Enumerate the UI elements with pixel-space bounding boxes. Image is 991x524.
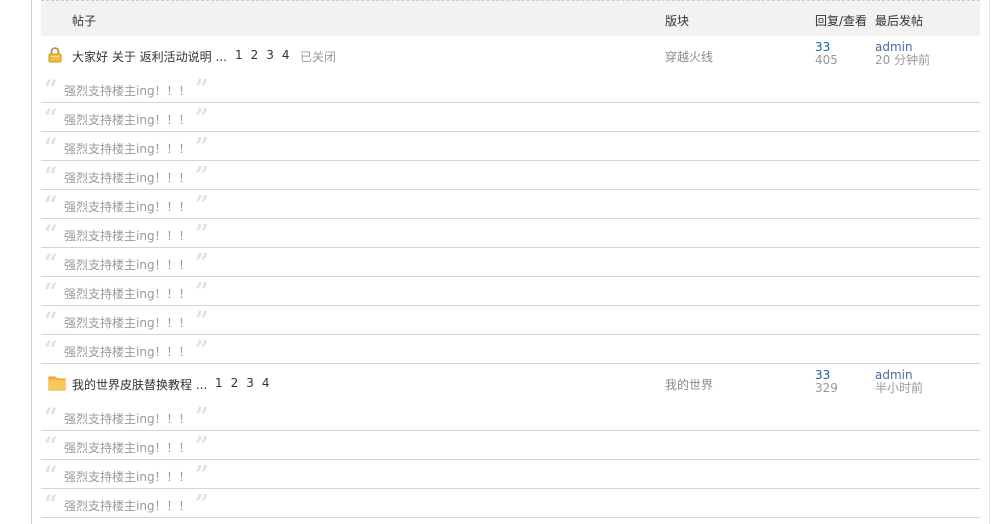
comment-row: “ 强烈支持楼主ing！！！ ” [41, 431, 980, 460]
thread-row: 我的世界皮肤替换教程 ... 1234 我的世界 33 329 admin 半小… [41, 364, 980, 402]
open-quote-icon: “ [44, 460, 58, 489]
comment-row: “ 强烈支持楼主ing！！！ ” [41, 190, 980, 219]
page-link-4[interactable]: 4 [282, 48, 290, 62]
comment-row: “ 强烈支持楼主ing！！！ ” [41, 306, 980, 335]
open-quote-icon: “ [44, 402, 58, 431]
page-link-3[interactable]: 3 [246, 376, 254, 390]
page-link-2[interactable]: 2 [251, 48, 259, 62]
header-post: 帖子 [72, 14, 97, 28]
open-quote-icon: “ [44, 431, 58, 460]
left-border [31, 0, 32, 524]
last-post-time[interactable]: 20 分钟前 [875, 54, 930, 67]
page-links: 1234 [235, 48, 298, 62]
lock-icon [48, 47, 62, 66]
comment-text: 强烈支持楼主ing！！！ [64, 113, 191, 127]
last-post-user-link[interactable]: admin [875, 368, 913, 382]
comment-text: 强烈支持楼主ing！！！ [64, 470, 191, 484]
comment-list: “ 强烈支持楼主ing！！！ ” “ 强烈支持楼主ing！！！ ” “ 强烈支持楼主ing！！… [41, 74, 980, 364]
comment-row: “ 强烈支持楼主ing！！！ ” [41, 74, 980, 103]
comment-text: 强烈支持楼主ing！！！ [64, 258, 191, 272]
open-quote-icon: “ [44, 103, 58, 132]
comment-text: 强烈支持楼主ing！！！ [64, 499, 191, 513]
close-quote-icon: ” [195, 335, 209, 364]
thread-title-link[interactable]: 我的世界皮肤替换教程 ... [72, 376, 207, 393]
comment-row: “ 强烈支持楼主ing！！！ ” [41, 219, 980, 248]
comment-row: “ 强烈支持楼主ing！！！ ” [41, 335, 980, 364]
comment-row: “ 强烈支持楼主ing！！！ ” [41, 489, 980, 518]
header-last-post: 最后发帖 [875, 14, 924, 28]
comment-row: “ 强烈支持楼主ing！！！ ” [41, 402, 980, 431]
open-quote-icon: “ [44, 190, 58, 219]
thread-list-header: 帖子 版块 回复/查看 最后发帖 [41, 0, 980, 36]
views-value: 329 [815, 381, 838, 395]
comment-text: 强烈支持楼主ing！！！ [64, 229, 191, 243]
thread-list: 帖子 版块 回复/查看 最后发帖 大家好 关于 返利活动说明 ... 1234 … [41, 0, 980, 518]
close-quote-icon: ” [195, 277, 209, 306]
comment-list: “ 强烈支持楼主ing！！！ ” “ 强烈支持楼主ing！！！ ” “ 强烈支持楼主ing！！… [41, 402, 980, 518]
comment-text: 强烈支持楼主ing！！！ [64, 412, 191, 426]
comment-text: 强烈支持楼主ing！！！ [64, 84, 191, 98]
last-post-info: admin 20 分钟前 [875, 41, 930, 67]
open-quote-icon: “ [44, 219, 58, 248]
open-quote-icon: “ [44, 335, 58, 364]
comment-row: “ 强烈支持楼主ing！！！ ” [41, 277, 980, 306]
page-link-1[interactable]: 1 [215, 376, 223, 390]
replies-value: 33 [815, 368, 831, 382]
last-post-info: admin 半小时前 [875, 369, 923, 395]
comment-row: “ 强烈支持楼主ing！！！ ” [41, 103, 980, 132]
comment-text: 强烈支持楼主ing！！！ [64, 142, 191, 156]
close-quote-icon: ” [195, 489, 209, 518]
close-quote-icon: ” [195, 248, 209, 277]
close-quote-icon: ” [195, 402, 209, 431]
open-quote-icon: “ [44, 74, 58, 103]
close-quote-icon: ” [195, 74, 209, 103]
open-quote-icon: “ [44, 306, 58, 335]
last-post-time[interactable]: 半小时前 [875, 382, 923, 395]
comment-row: “ 强烈支持楼主ing！！！ ” [41, 248, 980, 277]
folder-icon [48, 375, 66, 394]
open-quote-icon: “ [44, 277, 58, 306]
thread-title-link[interactable]: 大家好 关于 返利活动说明 ... [72, 48, 227, 65]
close-quote-icon: ” [195, 219, 209, 248]
right-border [989, 0, 990, 524]
page-links: 1234 [215, 376, 278, 390]
page-link-2[interactable]: 2 [231, 376, 239, 390]
last-post-user-link[interactable]: admin [875, 40, 913, 54]
close-quote-icon: ” [195, 431, 209, 460]
comment-text: 强烈支持楼主ing！！！ [64, 441, 191, 455]
replies-value: 33 [815, 40, 831, 54]
page-link-4[interactable]: 4 [262, 376, 270, 390]
comment-text: 强烈支持楼主ing！！！ [64, 287, 191, 301]
reply-count: 33 405 [815, 41, 838, 67]
comment-text: 强烈支持楼主ing！！！ [64, 171, 191, 185]
forum-link[interactable]: 穿越火线 [665, 48, 713, 65]
page-link-1[interactable]: 1 [235, 48, 243, 62]
open-quote-icon: “ [44, 248, 58, 277]
header-forum: 版块 [665, 14, 690, 28]
page-link-3[interactable]: 3 [266, 48, 274, 62]
open-quote-icon: “ [44, 132, 58, 161]
comment-text: 强烈支持楼主ing！！！ [64, 200, 191, 214]
close-quote-icon: ” [195, 306, 209, 335]
thread-row: 大家好 关于 返利活动说明 ... 1234 已关闭 穿越火线 33 405 a… [41, 36, 980, 74]
thread-status-closed: 已关闭 [300, 50, 337, 64]
comment-text: 强烈支持楼主ing！！！ [64, 316, 191, 330]
views-value: 405 [815, 53, 838, 67]
comment-row: “ 强烈支持楼主ing！！！ ” [41, 132, 980, 161]
open-quote-icon: “ [44, 161, 58, 190]
close-quote-icon: ” [195, 103, 209, 132]
close-quote-icon: ” [195, 161, 209, 190]
forum-link[interactable]: 我的世界 [665, 376, 713, 393]
reply-count: 33 329 [815, 369, 838, 395]
comment-row: “ 强烈支持楼主ing！！！ ” [41, 161, 980, 190]
comment-text: 强烈支持楼主ing！！！ [64, 345, 191, 359]
close-quote-icon: ” [195, 460, 209, 489]
header-stats: 回复/查看 [815, 14, 868, 28]
close-quote-icon: ” [195, 190, 209, 219]
close-quote-icon: ” [195, 132, 209, 161]
comment-row: “ 强烈支持楼主ing！！！ ” [41, 460, 980, 489]
open-quote-icon: “ [44, 489, 58, 518]
